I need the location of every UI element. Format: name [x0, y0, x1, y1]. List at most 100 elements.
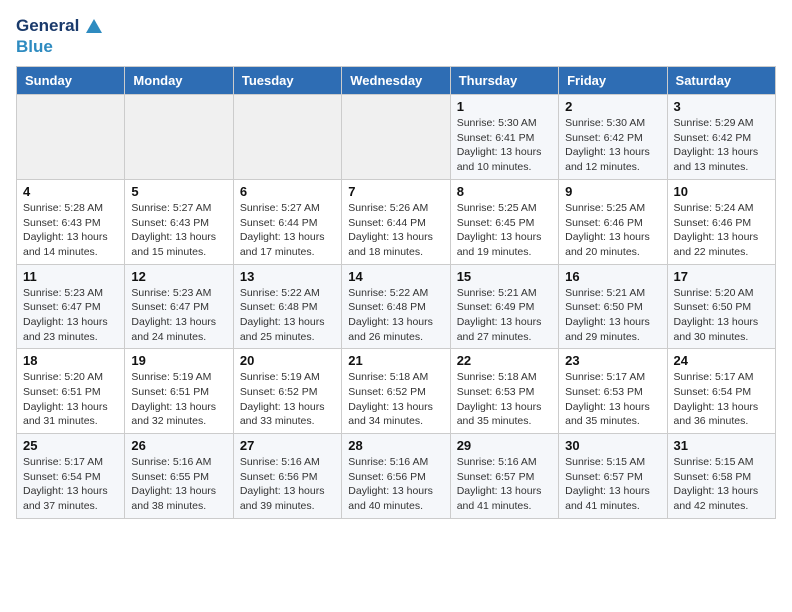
day-info: Sunrise: 5:25 AM Sunset: 6:46 PM Dayligh…: [565, 201, 660, 260]
calendar-cell: 13 Sunrise: 5:22 AM Sunset: 6:48 PM Dayli…: [233, 264, 341, 349]
calendar-cell: 7 Sunrise: 5:26 AM Sunset: 6:44 PM Daylig…: [342, 179, 450, 264]
day-number: 20: [240, 353, 335, 368]
day-info: Sunrise: 5:22 AM Sunset: 6:48 PM Dayligh…: [348, 286, 443, 345]
day-number: 22: [457, 353, 552, 368]
day-number: 30: [565, 438, 660, 453]
calendar-cell: 6Sunrise: 5:27 AM Sunset: 6:44 PM Daylig…: [233, 179, 341, 264]
day-number: 6: [240, 184, 335, 199]
day-info: Sunrise: 5:21 AM Sunset: 6:50 PM Dayligh…: [565, 286, 660, 345]
day-info: Sunrise: 5:17 AM Sunset: 6:54 PM Dayligh…: [23, 455, 118, 514]
day-info: Sunrise: 5:27 AM Sunset: 6:43 PM Dayligh…: [131, 201, 226, 260]
day-info: Sunrise: 5:16 AM Sunset: 6:56 PM Dayligh…: [240, 455, 335, 514]
day-info: Sunrise: 5:17 AM Sunset: 6:53 PM Dayligh…: [565, 370, 660, 429]
calendar-cell: 17 Sunrise: 5:20 AM Sunset: 6:50 PM Dayli…: [667, 264, 775, 349]
calendar-cell: 5 Sunrise: 5:27 AM Sunset: 6:43 PM Daylig…: [125, 179, 233, 264]
calendar-cell: 12 Sunrise: 5:23 AM Sunset: 6:47 PM Dayli…: [125, 264, 233, 349]
calendar-cell: [125, 95, 233, 180]
calendar-cell: 9 Sunrise: 5:25 AM Sunset: 6:46 PM Daylig…: [559, 179, 667, 264]
calendar-cell: 25 Sunrise: 5:17 AM Sunset: 6:54 PM Dayli…: [17, 434, 125, 519]
calendar-cell: 24 Sunrise: 5:17 AM Sunset: 6:54 PM Dayli…: [667, 349, 775, 434]
day-number: 18: [23, 353, 118, 368]
day-number: 24: [674, 353, 769, 368]
calendar-cell: 29 Sunrise: 5:16 AM Sunset: 6:57 PM Dayli…: [450, 434, 558, 519]
day-info: Sunrise: 5:26 AM Sunset: 6:44 PM Dayligh…: [348, 201, 443, 260]
day-info: Sunrise: 5:19 AM Sunset: 6:52 PM Dayligh…: [240, 370, 335, 429]
day-number: 13: [240, 269, 335, 284]
weekday-header-wednesday: Wednesday: [342, 67, 450, 95]
logo: General Blue: [16, 16, 104, 56]
day-number: 11: [23, 269, 118, 284]
weekday-header-tuesday: Tuesday: [233, 67, 341, 95]
day-info: Sunrise: 5:18 AM Sunset: 6:53 PM Dayligh…: [457, 370, 552, 429]
calendar-cell: 11 Sunrise: 5:23 AM Sunset: 6:47 PM Dayli…: [17, 264, 125, 349]
day-info: Sunrise: 5:24 AM Sunset: 6:46 PM Dayligh…: [674, 201, 769, 260]
calendar-cell: 3Sunrise: 5:29 AM Sunset: 6:42 PM Daylig…: [667, 95, 775, 180]
calendar-cell: 19 Sunrise: 5:19 AM Sunset: 6:51 PM Dayli…: [125, 349, 233, 434]
calendar-cell: 8 Sunrise: 5:25 AM Sunset: 6:45 PM Daylig…: [450, 179, 558, 264]
day-info: Sunrise: 5:23 AM Sunset: 6:47 PM Dayligh…: [131, 286, 226, 345]
calendar-cell: [233, 95, 341, 180]
calendar-cell: 22 Sunrise: 5:18 AM Sunset: 6:53 PM Dayli…: [450, 349, 558, 434]
weekday-header-thursday: Thursday: [450, 67, 558, 95]
day-number: 15: [457, 269, 552, 284]
calendar-table: SundayMondayTuesdayWednesdayThursdayFrid…: [16, 66, 776, 519]
calendar-cell: 2 Sunrise: 5:30 AM Sunset: 6:42 PM Daylig…: [559, 95, 667, 180]
day-number: 8: [457, 184, 552, 199]
calendar-cell: 4 Sunrise: 5:28 AM Sunset: 6:43 PM Daylig…: [17, 179, 125, 264]
day-info: Sunrise: 5:16 AM Sunset: 6:57 PM Dayligh…: [457, 455, 552, 514]
day-number: 27: [240, 438, 335, 453]
calendar-cell: 20 Sunrise: 5:19 AM Sunset: 6:52 PM Dayli…: [233, 349, 341, 434]
day-number: 9: [565, 184, 660, 199]
calendar-cell: 23 Sunrise: 5:17 AM Sunset: 6:53 PM Dayli…: [559, 349, 667, 434]
day-info: Sunrise: 5:23 AM Sunset: 6:47 PM Dayligh…: [23, 286, 118, 345]
day-info: Sunrise: 5:28 AM Sunset: 6:43 PM Dayligh…: [23, 201, 118, 260]
calendar-cell: 28Sunrise: 5:16 AM Sunset: 6:56 PM Dayli…: [342, 434, 450, 519]
day-info: Sunrise: 5:22 AM Sunset: 6:48 PM Dayligh…: [240, 286, 335, 345]
calendar-cell: 14 Sunrise: 5:22 AM Sunset: 6:48 PM Dayli…: [342, 264, 450, 349]
day-info: Sunrise: 5:17 AM Sunset: 6:54 PM Dayligh…: [674, 370, 769, 429]
day-info: Sunrise: 5:16 AM Sunset: 6:56 PM Dayligh…: [348, 455, 443, 514]
day-number: 17: [674, 269, 769, 284]
calendar-cell: 21 Sunrise: 5:18 AM Sunset: 6:52 PM Dayli…: [342, 349, 450, 434]
day-number: 4: [23, 184, 118, 199]
day-number: 26: [131, 438, 226, 453]
weekday-header-monday: Monday: [125, 67, 233, 95]
day-info: Sunrise: 5:20 AM Sunset: 6:51 PM Dayligh…: [23, 370, 118, 429]
day-info: Sunrise: 5:30 AM Sunset: 6:41 PM Dayligh…: [457, 116, 552, 175]
calendar-cell: 26 Sunrise: 5:16 AM Sunset: 6:55 PM Dayli…: [125, 434, 233, 519]
calendar-cell: 27 Sunrise: 5:16 AM Sunset: 6:56 PM Dayli…: [233, 434, 341, 519]
day-number: 31: [674, 438, 769, 453]
calendar-cell: 31 Sunrise: 5:15 AM Sunset: 6:58 PM Dayli…: [667, 434, 775, 519]
day-number: 10: [674, 184, 769, 199]
day-info: Sunrise: 5:18 AM Sunset: 6:52 PM Dayligh…: [348, 370, 443, 429]
calendar-cell: [17, 95, 125, 180]
day-number: 12: [131, 269, 226, 284]
day-info: Sunrise: 5:16 AM Sunset: 6:55 PM Dayligh…: [131, 455, 226, 514]
calendar-cell: 15 Sunrise: 5:21 AM Sunset: 6:49 PM Dayli…: [450, 264, 558, 349]
calendar-cell: 10 Sunrise: 5:24 AM Sunset: 6:46 PM Dayli…: [667, 179, 775, 264]
day-number: 29: [457, 438, 552, 453]
day-number: 14: [348, 269, 443, 284]
weekday-header-friday: Friday: [559, 67, 667, 95]
day-number: 3: [674, 99, 769, 114]
day-number: 2: [565, 99, 660, 114]
day-number: 25: [23, 438, 118, 453]
day-number: 19: [131, 353, 226, 368]
day-info: Sunrise: 5:25 AM Sunset: 6:45 PM Dayligh…: [457, 201, 552, 260]
day-info: Sunrise: 5:21 AM Sunset: 6:49 PM Dayligh…: [457, 286, 552, 345]
calendar-cell: [342, 95, 450, 180]
day-number: 23: [565, 353, 660, 368]
weekday-header-sunday: Sunday: [17, 67, 125, 95]
day-number: 1: [457, 99, 552, 114]
day-info: Sunrise: 5:15 AM Sunset: 6:58 PM Dayligh…: [674, 455, 769, 514]
day-info: Sunrise: 5:19 AM Sunset: 6:51 PM Dayligh…: [131, 370, 226, 429]
day-info: Sunrise: 5:15 AM Sunset: 6:57 PM Dayligh…: [565, 455, 660, 514]
day-number: 5: [131, 184, 226, 199]
day-number: 21: [348, 353, 443, 368]
calendar-cell: 16 Sunrise: 5:21 AM Sunset: 6:50 PM Dayli…: [559, 264, 667, 349]
day-info: Sunrise: 5:30 AM Sunset: 6:42 PM Dayligh…: [565, 116, 660, 175]
day-info: Sunrise: 5:20 AM Sunset: 6:50 PM Dayligh…: [674, 286, 769, 345]
day-number: 16: [565, 269, 660, 284]
day-number: 7: [348, 184, 443, 199]
logo-blue: Blue: [16, 37, 104, 57]
